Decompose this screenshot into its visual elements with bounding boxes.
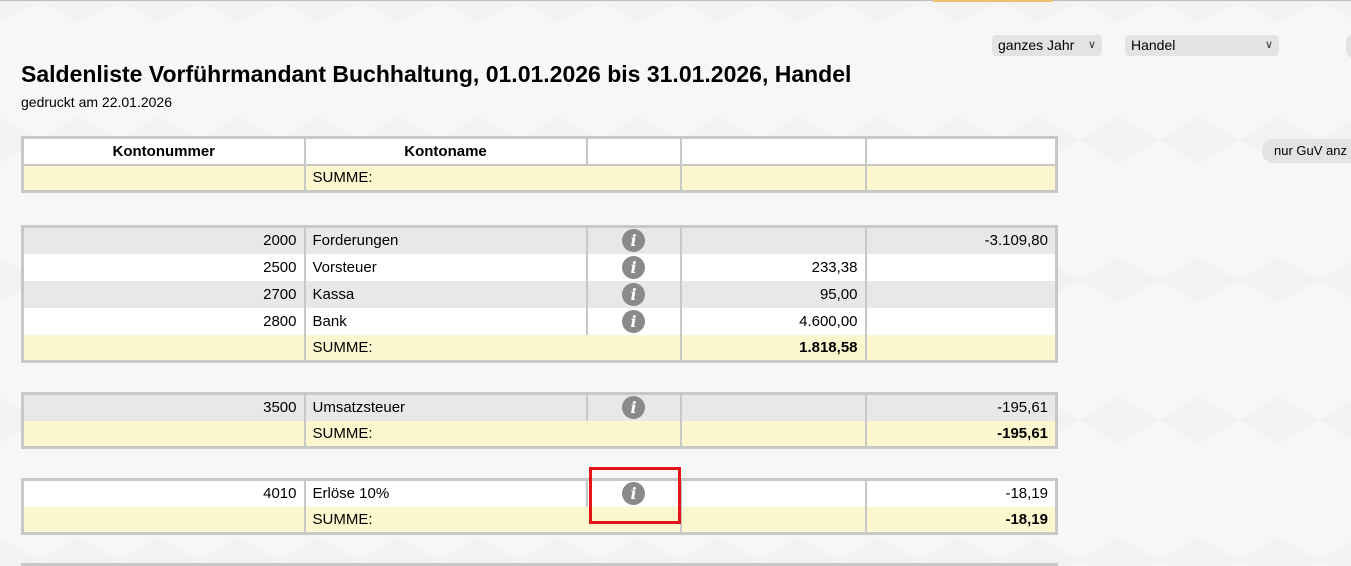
account-group-2: 2000 Forderungen i -3.109,80 2500 Vorste… — [21, 225, 1058, 363]
chevron-down-icon: ∨ — [1264, 39, 1273, 51]
account-name: Erlöse 10% — [303, 479, 587, 507]
debit-value — [679, 479, 866, 507]
sum-row: SUMME: -18,19 — [22, 506, 1057, 534]
account-number: 3500 — [22, 393, 305, 421]
account-number: 2500 — [22, 253, 305, 281]
info-icon[interactable]: i — [622, 255, 645, 279]
table-row[interactable]: 3500 Umsatzsteuer i -195,61 — [22, 393, 1057, 421]
column-account-name[interactable]: Kontoname — [303, 137, 587, 166]
credit-value — [864, 280, 1057, 308]
column-credit — [864, 137, 1057, 166]
account-name: Forderungen — [303, 226, 587, 254]
column-debit — [679, 137, 866, 166]
period-select-value: ganzes Jahr — [998, 37, 1075, 53]
credit-value — [864, 253, 1057, 281]
top-border — [0, 0, 1351, 1]
guv-only-button[interactable]: nur GuV anz — [1262, 139, 1351, 163]
sum-row: SUMME: 1.818,58 — [22, 334, 1057, 362]
info-icon[interactable]: i — [622, 396, 645, 420]
credit-value: -3.109,80 — [864, 226, 1057, 254]
account-number: 2800 — [22, 307, 305, 335]
branch-select-value: Handel — [1131, 37, 1176, 53]
account-number: 2000 — [22, 226, 305, 254]
top-accent — [933, 0, 1053, 2]
sum-credit: -18,19 — [864, 506, 1057, 534]
account-number: 4010 — [22, 479, 305, 507]
credit-value: -195,61 — [864, 393, 1057, 421]
debit-value: 233,38 — [679, 253, 866, 281]
table-row[interactable]: 2500 Vorsteuer i 233,38 — [22, 253, 1057, 281]
period-select[interactable]: ganzes Jahr ∨ — [992, 35, 1102, 56]
credit-value — [864, 307, 1057, 335]
table-row[interactable]: 2700 Kassa i 95,00 — [22, 280, 1057, 308]
account-group-4: 4010 Erlöse 10% i -18,19 SUMME: -18,19 — [21, 478, 1058, 535]
account-name: Bank — [303, 307, 587, 335]
info-icon[interactable]: i — [622, 229, 645, 253]
info-icon[interactable]: i — [622, 309, 645, 333]
credit-value: -18,19 — [864, 479, 1057, 507]
table-row[interactable]: 4010 Erlöse 10% i -18,19 — [22, 479, 1057, 507]
table-row[interactable]: 2800 Bank i 4.600,00 — [22, 307, 1057, 335]
account-name: Kassa — [303, 280, 587, 308]
print-date: gedruckt am 22.01.2026 — [21, 94, 172, 110]
info-icon[interactable]: i — [622, 482, 645, 506]
header-sum-row: SUMME: — [22, 164, 1057, 192]
account-name: Vorsteuer — [303, 253, 587, 281]
column-info — [585, 137, 681, 166]
sum-credit — [864, 334, 1057, 362]
sum-label: SUMME: — [303, 506, 587, 534]
header-row: Kontonummer Kontoname — [22, 137, 1057, 166]
guv-only-label: nur GuV anz — [1274, 143, 1347, 158]
debit-value — [679, 393, 866, 421]
sum-label: SUMME: — [303, 334, 587, 362]
sum-debit: 1.818,58 — [679, 334, 866, 362]
column-account-number[interactable]: Kontonummer — [22, 137, 305, 166]
account-name: Umsatzsteuer — [303, 393, 587, 421]
sum-debit — [679, 420, 866, 448]
sum-credit: -195,61 — [864, 420, 1057, 448]
extra-button[interactable] — [1346, 35, 1351, 57]
debit-value — [679, 226, 866, 254]
debit-value: 95,00 — [679, 280, 866, 308]
account-number: 2700 — [22, 280, 305, 308]
page-title: Saldenliste Vorführmandant Buchhaltung, … — [21, 61, 852, 87]
sum-debit — [679, 506, 866, 534]
branch-select[interactable]: Handel ∨ — [1125, 35, 1279, 56]
account-group-3: 3500 Umsatzsteuer i -195,61 SUMME: -195,… — [21, 392, 1058, 449]
header-table: Kontonummer Kontoname SUMME: — [21, 136, 1058, 193]
sum-label: SUMME: — [303, 164, 587, 192]
sum-row: SUMME: -195,61 — [22, 420, 1057, 448]
sum-label: SUMME: — [303, 420, 587, 448]
info-icon[interactable]: i — [622, 282, 645, 306]
chevron-down-icon: ∨ — [1087, 39, 1096, 51]
debit-value: 4.600,00 — [679, 307, 866, 335]
table-row[interactable]: 2000 Forderungen i -3.109,80 — [22, 226, 1057, 254]
